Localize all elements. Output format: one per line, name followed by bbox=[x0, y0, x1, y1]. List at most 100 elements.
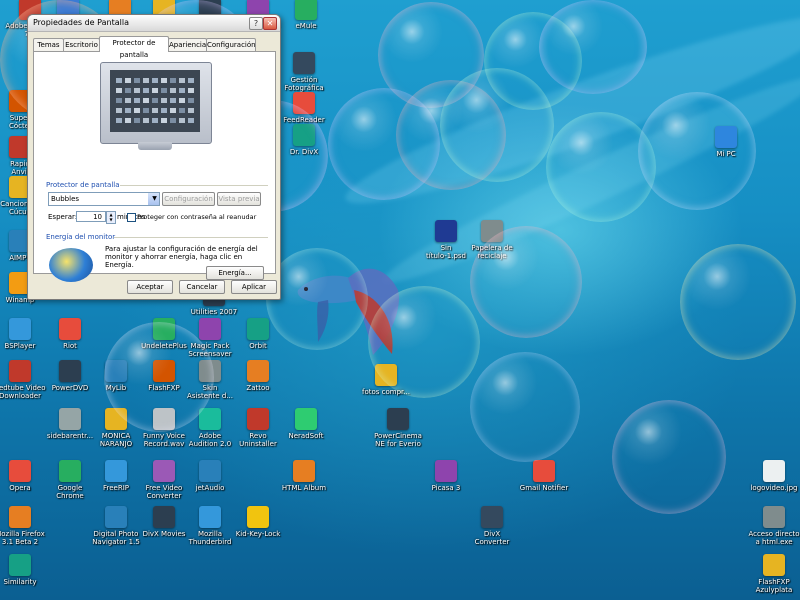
app-icon bbox=[9, 554, 31, 576]
help-button[interactable]: ? bbox=[249, 17, 263, 30]
player-icon bbox=[9, 318, 31, 340]
desktop-icon[interactable]: Mi PC bbox=[688, 126, 764, 158]
desktop-icon[interactable]: Gmail Notifier bbox=[506, 460, 582, 492]
close-icon[interactable]: ✕ bbox=[263, 17, 277, 30]
desktop-icon-label: Gmail Notifier bbox=[519, 484, 569, 492]
preview-thumbnail bbox=[143, 78, 149, 83]
bubble bbox=[378, 2, 484, 108]
desktop-icon-label: jetAudio bbox=[195, 484, 225, 492]
tab-protector-de-pantalla[interactable]: Protector de pantalla bbox=[99, 36, 169, 59]
desktop-icon-label: Papelera de reciclaje bbox=[471, 244, 513, 260]
preview-thumbnail bbox=[152, 118, 158, 123]
preview-thumbnail bbox=[179, 118, 185, 123]
tab-escritorio[interactable]: Escritorio bbox=[63, 38, 100, 51]
app-icon bbox=[199, 360, 221, 382]
preview-thumbnail bbox=[170, 118, 176, 123]
password-checkbox[interactable] bbox=[127, 213, 136, 222]
mule-icon bbox=[295, 0, 317, 20]
desktop-icon[interactable]: fotos compr... bbox=[348, 364, 424, 396]
cd-icon bbox=[105, 460, 127, 482]
preview-thumbnail bbox=[143, 118, 149, 123]
screensaver-tab-panel: Protector de pantalla Bubbles ▼ Configur… bbox=[33, 51, 276, 282]
password-checkbox-label: Proteger con contraseña al reanudar bbox=[137, 213, 257, 221]
divider bbox=[120, 185, 268, 186]
tab-apariencia[interactable]: Apariencia bbox=[168, 38, 207, 51]
desktop-icon-label: Utilities 2007 bbox=[190, 308, 238, 316]
preview-thumbnail bbox=[179, 88, 185, 93]
desktop-icon[interactable]: jetAudio bbox=[172, 460, 248, 492]
desktop-icon[interactable]: Papelera de reciclaje bbox=[454, 220, 530, 260]
app-icon bbox=[247, 318, 269, 340]
preview-thumbnail bbox=[179, 108, 185, 113]
desktop-icon[interactable]: Acceso directo a html.exe bbox=[736, 506, 800, 546]
tab-temas[interactable]: Temas bbox=[33, 38, 64, 51]
screensaver-select-value: Bubbles bbox=[51, 195, 80, 203]
preview-screen bbox=[110, 70, 200, 132]
desktop-icon-label: Acceso directo a html.exe bbox=[748, 530, 800, 546]
desktop-icon[interactable]: Riot bbox=[32, 318, 108, 350]
preview-button[interactable]: Vista previa bbox=[217, 192, 261, 206]
display-properties-dialog: Propiedades de Pantalla ? ✕ Temas Escrit… bbox=[27, 14, 281, 300]
chevron-down-icon[interactable]: ▼ bbox=[148, 193, 159, 205]
app-icon bbox=[295, 408, 317, 430]
preview-thumbnail bbox=[116, 88, 122, 93]
screensaver-select[interactable]: Bubbles ▼ bbox=[48, 192, 160, 206]
computer-icon bbox=[715, 126, 737, 148]
desktop-icon[interactable]: Picasa 3 bbox=[408, 460, 484, 492]
divx-icon bbox=[481, 506, 503, 528]
desktop-icon-label: Orbit bbox=[249, 342, 267, 350]
desktop-icon-label: FlashFXP Azulyplata bbox=[755, 578, 793, 594]
preview-thumbnail bbox=[116, 98, 122, 103]
desktop-icon[interactable]: Kid-Key-Lock bbox=[220, 506, 296, 538]
desktop-icon-label: Riot bbox=[63, 342, 77, 350]
preview-thumbnail bbox=[170, 88, 176, 93]
tab-configuracion[interactable]: Configuración bbox=[206, 38, 256, 51]
bubble bbox=[612, 400, 726, 514]
desktop-icon[interactable]: HTML Album bbox=[266, 460, 342, 492]
bubble bbox=[470, 352, 580, 462]
preview-thumbnail bbox=[134, 98, 140, 103]
monitor-stand bbox=[138, 142, 172, 150]
desktop-icon-label: Mozilla Firefox 3.1 Beta 2 bbox=[0, 530, 45, 546]
audition-icon bbox=[199, 408, 221, 430]
desktop-icon-label: Picasa 3 bbox=[431, 484, 461, 492]
desktop-icon[interactable]: Mozilla Firefox 3.1 Beta 2 bbox=[0, 506, 58, 546]
desktop-icon-label: DivX Converter bbox=[474, 530, 510, 546]
preview-thumbnail bbox=[125, 78, 131, 83]
folder-icon bbox=[375, 364, 397, 386]
dialog-titlebar[interactable]: Propiedades de Pantalla ? ✕ bbox=[28, 15, 280, 32]
camera-icon bbox=[293, 52, 315, 74]
preview-thumbnail bbox=[179, 78, 185, 83]
music-icon bbox=[199, 460, 221, 482]
desktop-icon-label: Similarity bbox=[3, 578, 37, 586]
desktop-icon[interactable]: Zattoo bbox=[220, 360, 296, 392]
apply-button[interactable]: Aplicar bbox=[231, 280, 277, 294]
preview-thumbnail bbox=[152, 98, 158, 103]
desktop-icon[interactable]: PowerCinema NE for Everio bbox=[360, 408, 436, 448]
wait-minutes-input[interactable]: 10 bbox=[76, 211, 106, 222]
tv-icon bbox=[247, 360, 269, 382]
ok-button[interactable]: Aceptar bbox=[127, 280, 173, 294]
desktop-icon[interactable]: Orbit bbox=[220, 318, 296, 350]
desktop-icon-label: Kid-Key-Lock bbox=[235, 530, 281, 538]
desktop-icon[interactable]: NeradSoft bbox=[268, 408, 344, 440]
preview-thumbnail bbox=[125, 88, 131, 93]
photo-icon bbox=[105, 506, 127, 528]
recycle-bin-icon bbox=[481, 220, 503, 242]
wait-spinner[interactable]: ▲ ▼ bbox=[106, 211, 116, 224]
cancel-button[interactable]: Cancelar bbox=[179, 280, 225, 294]
desktop-icon[interactable]: Similarity bbox=[0, 554, 58, 586]
wait-label: Esperar: bbox=[48, 213, 78, 221]
preview-thumbnail bbox=[152, 88, 158, 93]
opera-icon bbox=[9, 460, 31, 482]
desktop-icon-label: logovideo.jpg bbox=[750, 484, 798, 492]
settings-button[interactable]: Configuración bbox=[162, 192, 215, 206]
preview-thumbnail bbox=[188, 98, 194, 103]
preview-thumbnail bbox=[179, 98, 185, 103]
desktop-icon[interactable]: logovideo.jpg bbox=[736, 460, 800, 492]
desktop-icon[interactable]: FlashFXP Azulyplata bbox=[736, 554, 800, 594]
screensaver-preview-monitor bbox=[100, 62, 212, 158]
desktop-icon[interactable]: DivX Converter bbox=[454, 506, 530, 546]
uninstaller-icon bbox=[247, 408, 269, 430]
energy-button[interactable]: Energía... bbox=[206, 266, 264, 280]
